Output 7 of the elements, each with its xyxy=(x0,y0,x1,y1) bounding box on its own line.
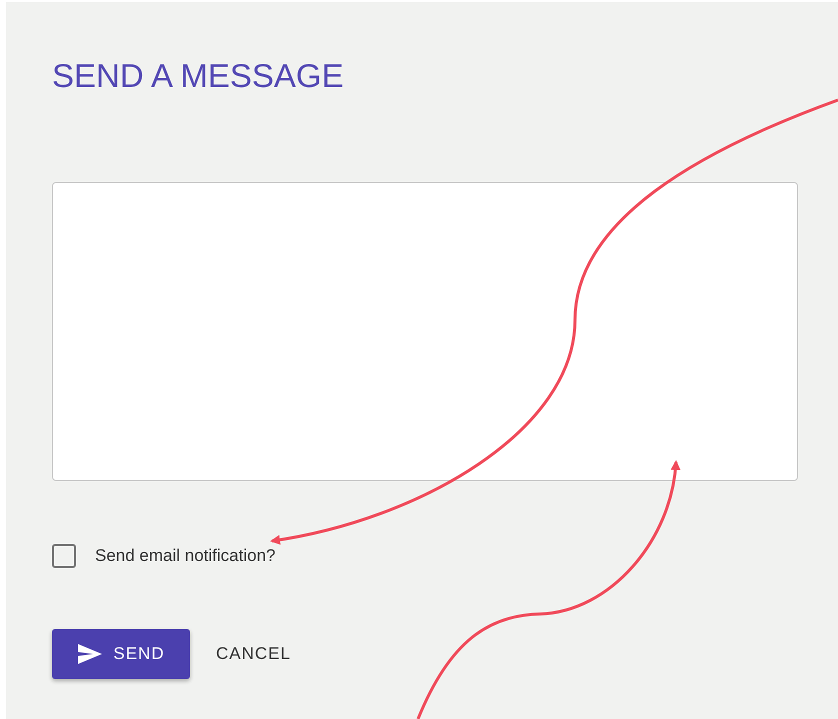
checkbox-label: Send email notification? xyxy=(95,546,276,566)
message-field[interactable] xyxy=(52,182,798,481)
checkbox[interactable] xyxy=(52,544,76,568)
cancel-button[interactable]: CANCEL xyxy=(216,644,291,664)
dialog-title: SEND A MESSAGE xyxy=(52,57,344,95)
send-button[interactable]: SEND xyxy=(52,629,190,679)
send-icon xyxy=(77,643,104,665)
